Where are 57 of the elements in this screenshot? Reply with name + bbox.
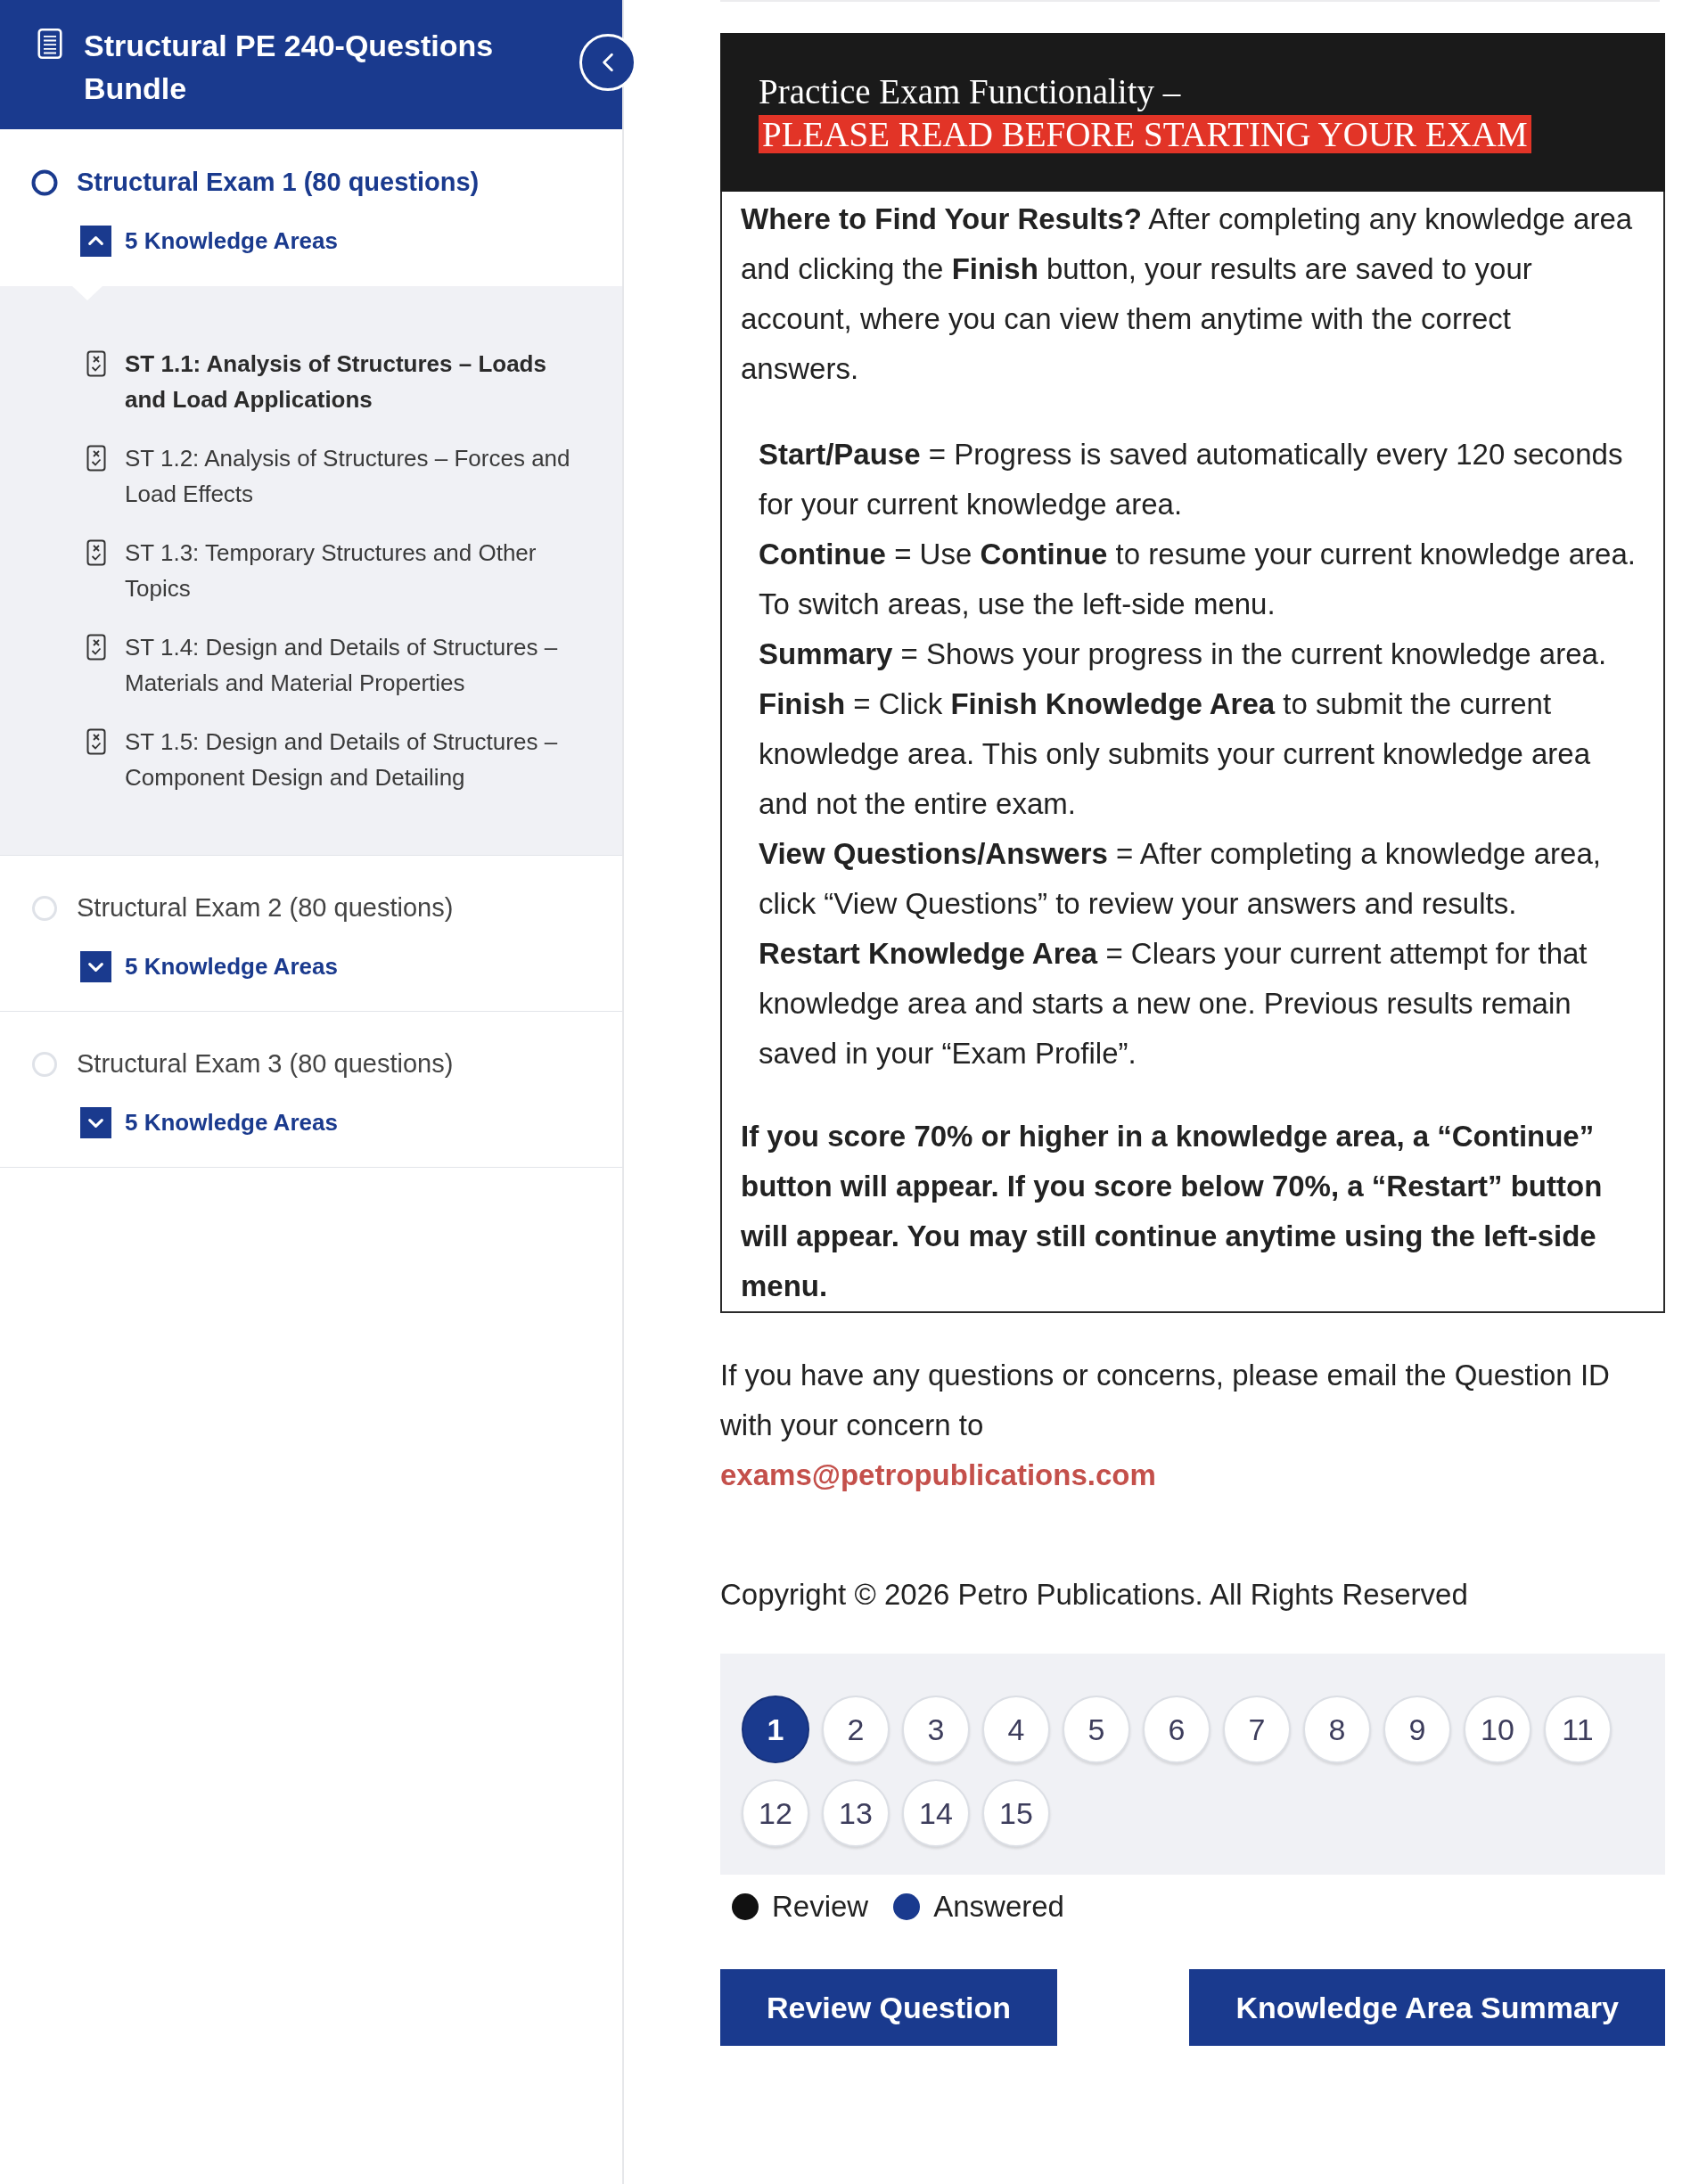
chevron-down-icon [80,1107,111,1138]
definition-text: Finish = Click Finish Knowledge Area to submit the current knowledge area. This only submits your current knowledge area and not the entire exam. [759,686,1592,822]
question-number[interactable]: 12 [742,1779,809,1847]
results-paragraph: Where to Find Your Results? After completing any knowledge area and clicking the Finish button, your results are saved to your account, where you can view them anytime with the correct answers. [741,201,1634,387]
legend-label: Review [772,1889,869,1925]
question-number[interactable]: 9 [1383,1695,1451,1763]
ring-icon [31,169,58,196]
question-number[interactable]: 4 [982,1695,1050,1763]
question-number[interactable]: 14 [902,1779,970,1847]
knowledge-area-item[interactable]: ST 1.2: Analysis of Structures – Forces and Load Effects [125,440,570,512]
score-note: If you score 70% or higher in a knowledge area, a “Continue” button will appear. If you score below 70%, a “Restart” button will appear. You may still continue anytime using the left-side menu. [741,1119,1604,1304]
knowledge-areas-toggle[interactable]: 5 Knowledge Areas [80,226,338,257]
checklist-icon [86,539,106,566]
knowledge-area-item[interactable]: ST 1.5: Design and Details of Structures – Component Design and Detailing [125,724,570,795]
knowledge-area-item[interactable]: ST 1.3: Temporary Structures and Other Topics [125,535,570,606]
definition-text: View Questions/Answers = After completing a knowledge area, click “View Questions” to review your answers and results. [759,836,1602,922]
definition-text: Continue = Use Continue to resume your current knowledge area. To switch areas, use the left-side menu. [759,537,1637,622]
knowledge-area-item[interactable]: ST 1.4: Design and Details of Structures – Materials and Material Properties [125,629,570,701]
checklist-icon [86,350,106,377]
question-number[interactable]: 15 [982,1779,1050,1847]
definition-text: Start/Pause = Progress is saved automatically every 120 seconds for your current knowledge area. [759,437,1624,522]
chevron-up-icon [80,226,111,257]
question-number[interactable]: 8 [1303,1695,1371,1763]
question-number[interactable]: 13 [822,1779,890,1847]
question-number[interactable]: 1 [742,1695,809,1763]
exam-title[interactable]: Structural Exam 1 (80 questions) [31,165,480,201]
action-button[interactable]: Knowledge Area Summary [1189,1969,1665,2046]
notice-heading: Practice Exam Functionality – [759,72,1181,111]
chevron-left-icon [602,53,614,72]
notice-highlight: PLEASE READ BEFORE STARTING YOUR EXAM [759,115,1531,153]
question-number[interactable]: 5 [1063,1695,1130,1763]
question-number[interactable]: 6 [1143,1695,1210,1763]
legend-label: Answered [933,1889,1064,1925]
question-number[interactable]: 2 [822,1695,890,1763]
exam-title[interactable]: Structural Exam 2 (80 questions) [31,891,454,926]
question-number[interactable]: 10 [1464,1695,1531,1763]
definition-text: Summary = Shows your progress in the current knowledge area. [759,636,1608,672]
ring-icon [31,1051,58,1078]
bundle-title: Structural PE 240-Questions Bundle [84,28,495,107]
checklist-icon [86,728,106,755]
chevron-down-icon [80,951,111,982]
knowledge-area-item[interactable]: ST 1.1: Analysis of Structures – Loads and Load Applications [125,346,570,417]
checklist-icon [86,634,106,661]
question-number[interactable]: 7 [1223,1695,1291,1763]
action-button[interactable]: Review Question [720,1969,1057,2046]
question-number[interactable]: 3 [902,1695,970,1763]
document-icon [37,28,62,60]
contact-text: If you have any questions or concerns, please email the Question ID with your concern to exams@petropublications.com [720,1351,1665,1500]
copyright-text: Copyright © 2026 Petro Publications. All Rights Reserved [720,1577,1469,1613]
ring-icon [31,895,58,922]
checklist-icon [86,445,106,472]
email-link[interactable]: exams@petropublications.com [720,1450,1156,1500]
knowledge-areas-toggle[interactable]: 5 Knowledge Areas [80,1107,338,1138]
question-number[interactable]: 11 [1544,1695,1612,1763]
definition-text: Restart Knowledge Area = Clears your current attempt for that knowledge area and starts a new one. Previous results remain saved in your “Exam Profile”. [759,936,1588,1071]
exam-title[interactable]: Structural Exam 3 (80 questions) [31,1047,454,1082]
knowledge-areas-toggle[interactable]: 5 Knowledge Areas [80,951,338,982]
